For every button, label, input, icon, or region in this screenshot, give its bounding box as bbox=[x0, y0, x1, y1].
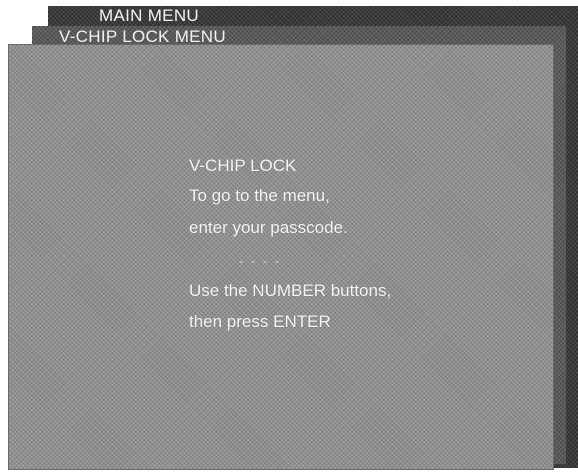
instruction-line-3: Use the NUMBER buttons, bbox=[189, 281, 392, 300]
passcode-slot: - bbox=[239, 254, 243, 268]
panel-heading: V-CHIP LOCK bbox=[189, 156, 297, 175]
instruction-line-4: then press ENTER bbox=[189, 312, 331, 331]
passcode-entry[interactable]: - - - - bbox=[239, 255, 279, 267]
vchip-lock-menu-title: V-CHIP LOCK MENU bbox=[59, 27, 226, 46]
instruction-line-2: enter your passcode. bbox=[189, 218, 348, 237]
passcode-slot: - bbox=[275, 254, 279, 268]
main-menu-title: MAIN MENU bbox=[99, 6, 199, 25]
passcode-slot: - bbox=[263, 254, 267, 268]
instruction-line-1: To go to the menu, bbox=[189, 186, 330, 205]
passcode-slot: - bbox=[251, 254, 255, 268]
vchip-lock-passcode-panel: V-CHIP LOCK To go to the menu, enter you… bbox=[8, 44, 554, 470]
